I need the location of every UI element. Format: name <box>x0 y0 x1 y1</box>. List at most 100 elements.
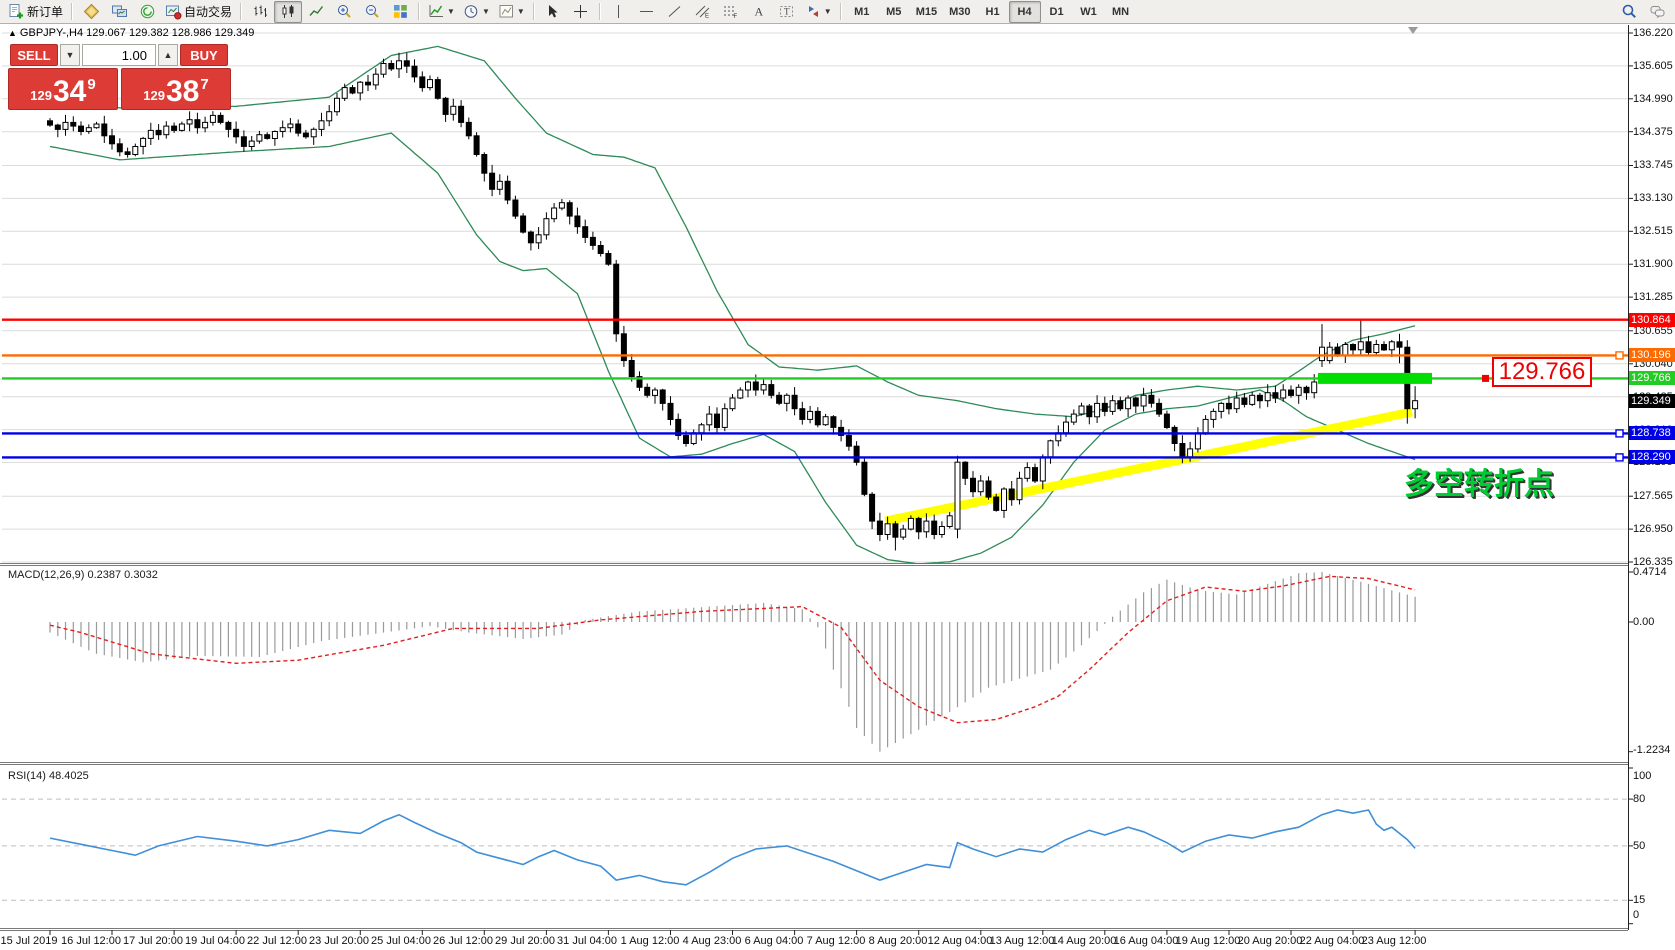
price-tick-label: 133.130 <box>1633 192 1675 204</box>
candlestick-chart-button[interactable] <box>274 1 302 23</box>
macd-label: MACD(12,26,9) 0.2387 0.3032 <box>8 569 158 581</box>
toolbar-separator <box>840 3 842 20</box>
svg-text:T: T <box>784 7 790 17</box>
price-tick-label: 126.950 <box>1633 523 1675 535</box>
timeframe-h4[interactable]: H4 <box>1009 1 1041 23</box>
toolbar-separator <box>240 3 242 20</box>
timeframe-w1[interactable]: W1 <box>1073 1 1105 23</box>
bid-prefix: 129 <box>30 88 52 103</box>
level-price-label: 129.766 <box>1629 371 1675 385</box>
toolbar-separator <box>71 3 73 20</box>
navigator-button[interactable] <box>133 1 161 23</box>
one-click-trade-panel: SELL ▼ 1.00 ▲ BUY 129 34 9 129 38 7 <box>8 44 232 110</box>
pane-borders <box>0 25 1629 931</box>
ask-price-display[interactable]: 129 38 7 <box>121 68 231 110</box>
volume-input[interactable]: 1.00 <box>82 44 156 66</box>
dropdown-caret: ▼ <box>824 8 832 16</box>
vertical-line-tool[interactable] <box>605 1 633 23</box>
timeframe-group: M1M5M15M30H1H4D1W1MN <box>846 1 1137 23</box>
price-tick-label: 127.565 <box>1633 490 1675 502</box>
tile-windows-button[interactable] <box>386 1 414 23</box>
time-tick-label: 6 Aug 04:00 <box>745 935 804 947</box>
time-tick-label: 23 Aug 12:00 <box>1362 935 1427 947</box>
buy-button[interactable]: BUY <box>180 44 228 66</box>
text-icon: A <box>750 3 767 20</box>
object-handles <box>1408 27 1628 461</box>
text-tool[interactable]: A <box>745 1 773 23</box>
volume-increase-button[interactable]: ▲ <box>158 44 178 66</box>
level-price-label: 128.290 <box>1629 450 1675 464</box>
autotrade-icon <box>165 3 182 20</box>
equidistant-channel-tool[interactable]: E <box>689 1 717 23</box>
time-tick-label: 17 Jul 20:00 <box>123 935 183 947</box>
level-price-label: 128.738 <box>1629 426 1675 440</box>
indicator-tick-label: 0 <box>1633 909 1675 921</box>
timeframe-d1[interactable]: D1 <box>1041 1 1073 23</box>
timeframe-m15[interactable]: M15 <box>910 1 943 23</box>
time-tick-label: 22 Aug 04:00 <box>1300 935 1365 947</box>
timeframe-mn[interactable]: MN <box>1105 1 1137 23</box>
equidistant-channel-icon: E <box>694 3 711 20</box>
bar-chart-button[interactable] <box>246 1 274 23</box>
rsi-pane <box>2 799 1628 900</box>
zoom-in-button[interactable] <box>330 1 358 23</box>
timeframe-h1[interactable]: H1 <box>977 1 1009 23</box>
cursor-button[interactable] <box>539 1 567 23</box>
turning-point-annotation[interactable]: 多空转折点 <box>1404 459 1554 503</box>
indicator-tick-label: 0.00 <box>1633 616 1675 628</box>
trendline-tool[interactable] <box>661 1 689 23</box>
time-tick-label: 31 Jul 04:00 <box>557 935 617 947</box>
price-grid <box>2 33 1628 562</box>
search-icon <box>1621 3 1638 20</box>
bollinger-lower-band <box>50 133 1415 564</box>
timeframe-m5[interactable]: M5 <box>878 1 910 23</box>
periods-button[interactable]: ▼ <box>459 1 494 23</box>
dropdown-caret: ▼ <box>517 8 525 16</box>
time-tick-label: 13 Aug 12:00 <box>990 935 1055 947</box>
level-callout-box[interactable]: 129.766 <box>1492 357 1592 387</box>
line-chart-button[interactable] <box>302 1 330 23</box>
indicator-tick-label: -1.2234 <box>1633 744 1675 756</box>
price-pane <box>2 46 1628 564</box>
time-tick-label: 20 Aug 20:00 <box>1238 935 1303 947</box>
time-tick-label: 7 Aug 12:00 <box>807 935 866 947</box>
autotrade-label: 自动交易 <box>184 3 232 20</box>
timeframe-m1[interactable]: M1 <box>846 1 878 23</box>
time-tick-label: 4 Aug 23:00 <box>683 935 742 947</box>
zoom-out-button[interactable] <box>358 1 386 23</box>
quotes-button[interactable] <box>77 1 105 23</box>
bid-price-display[interactable]: 129 34 9 <box>8 68 118 110</box>
price-tick-label: 133.745 <box>1633 159 1675 171</box>
vertical-line-icon <box>610 3 627 20</box>
time-tick-label: 15 Jul 2019 <box>1 935 58 947</box>
timeframe-m30[interactable]: M30 <box>943 1 976 23</box>
indicators-button[interactable]: ▼ <box>424 1 459 23</box>
toolbar-separator <box>418 3 420 20</box>
new-order-button[interactable]: 新订单 <box>4 1 67 23</box>
fibonacci-tool[interactable]: F <box>717 1 745 23</box>
sell-button[interactable]: SELL <box>10 44 58 66</box>
navigator-icon <box>139 3 156 20</box>
rsi-line <box>50 810 1415 885</box>
autotrade-button[interactable]: 自动交易 <box>161 1 236 23</box>
horizontal-line-tool[interactable] <box>633 1 661 23</box>
time-tick-label: 23 Jul 20:00 <box>309 935 369 947</box>
arrow-objects-tool[interactable]: ▼ <box>801 1 836 23</box>
candlestick-chart-icon <box>280 3 297 20</box>
market-watch-button[interactable] <box>105 1 133 23</box>
volume-decrease-button[interactable]: ▼ <box>60 44 80 66</box>
price-tick-label: 135.605 <box>1633 60 1675 72</box>
templates-icon <box>498 3 515 20</box>
chat-button[interactable] <box>1643 1 1671 23</box>
time-tick-label: 29 Jul 20:00 <box>495 935 555 947</box>
time-tick-label: 16 Aug 04:00 <box>1114 935 1179 947</box>
symbol-ohlc-text: GBPJPY-,H4 129.067 129.382 128.986 129.3… <box>20 27 254 39</box>
price-tick-label: 132.515 <box>1633 225 1675 237</box>
green-highlight-band[interactable] <box>1318 373 1432 384</box>
search-button[interactable] <box>1615 1 1643 23</box>
text-label-tool[interactable]: T <box>773 1 801 23</box>
zoom-out-icon <box>364 3 381 20</box>
crosshair-button[interactable] <box>567 1 595 23</box>
price-tick-label: 134.375 <box>1633 126 1675 138</box>
templates-button[interactable]: ▼ <box>494 1 529 23</box>
